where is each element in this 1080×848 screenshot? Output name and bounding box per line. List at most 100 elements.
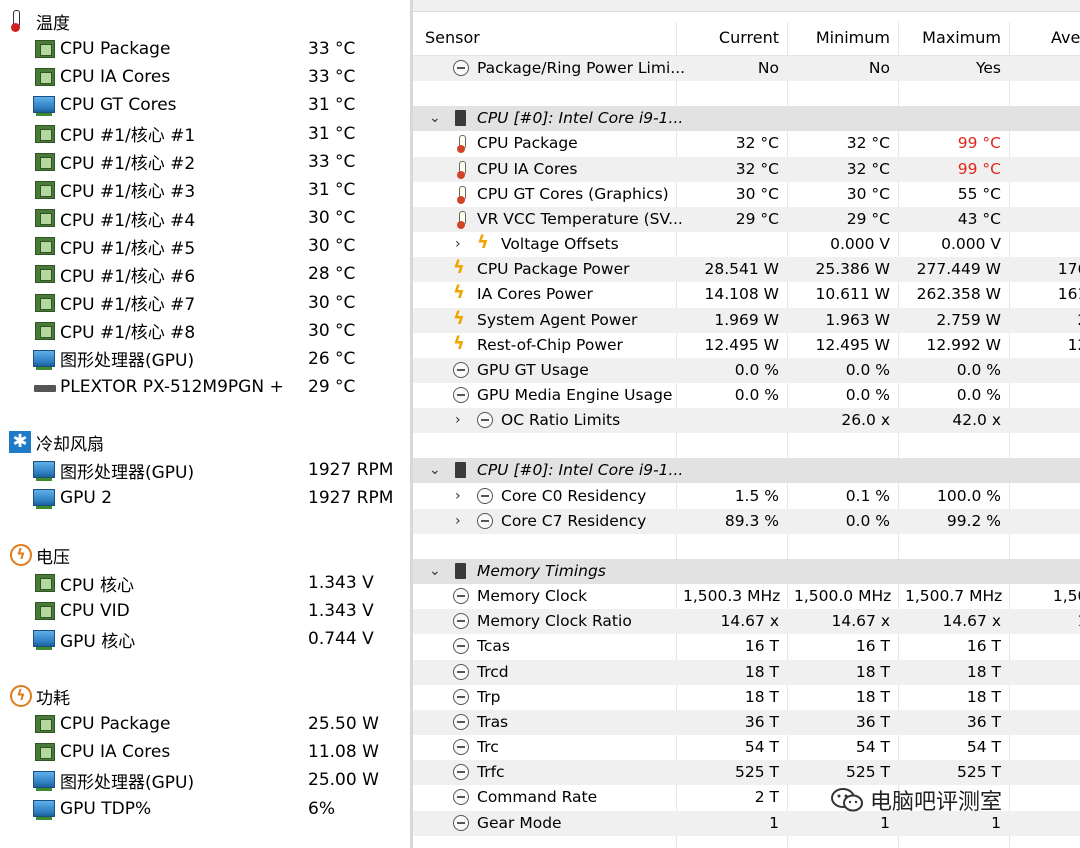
column-header-minimum[interactable]: Minimum — [794, 20, 890, 56]
section-header-fans[interactable]: ✱ 冷却风扇 — [0, 428, 408, 456]
sensor-item[interactable]: CPU #1/核心 #8 30 °C — [0, 317, 408, 345]
average-value — [1016, 811, 1080, 836]
sensor-item[interactable]: CPU #1/核心 #7 30 °C — [0, 289, 408, 317]
spacer-row — [413, 534, 1080, 559]
sensor-item[interactable]: CPU GT Cores 31 °C — [0, 91, 408, 119]
average-value — [1016, 408, 1080, 433]
sensor-item[interactable]: CPU Package 33 °C — [0, 35, 408, 63]
sensor-value: 11.08 W — [308, 742, 379, 763]
sensor-row[interactable]: › OC Ratio Limits 26.0 x 42.0 x — [413, 408, 1080, 434]
sensor-item[interactable]: GPU TDP% 6% — [0, 795, 408, 823]
sensor-row[interactable]: ϟ CPU Package Power 28.541 W 25.386 W 277.44… — [413, 257, 1080, 283]
collapse-chevron-icon[interactable]: ⌄ — [429, 458, 443, 483]
sensor-row[interactable]: Trcd 18 T 18 T 18 T — [413, 659, 1080, 685]
sensor-name: System Agent Power — [477, 310, 638, 329]
sensor-row[interactable]: Package/Ring Power Limi... No No Yes — [413, 56, 1080, 81]
sensor-row[interactable]: GPU Media Engine Usage 0.0 % 0.0 % 0.0 % 0. — [413, 383, 1080, 408]
sensor-row[interactable]: Tcas 16 T 16 T 16 T — [413, 634, 1080, 659]
sensor-row[interactable]: › Core C7 Residency 89.3 % 0.0 % 99.2 % 14. — [413, 508, 1080, 534]
sensor-name: Tcas — [477, 637, 510, 656]
collapse-chevron-icon[interactable]: ⌄ — [429, 559, 443, 584]
section-header-voltage[interactable]: ϟ 电压 — [0, 541, 408, 569]
sensor-value: 33 °C — [308, 151, 356, 172]
maximum-value: 99 °C — [957, 134, 1001, 153]
gpu-icon — [33, 771, 55, 792]
sensor-item[interactable]: 图形处理器(GPU) 1927 RPM — [0, 456, 408, 484]
expand-chevron-icon[interactable]: › — [455, 408, 469, 433]
sensor-item[interactable]: CPU #1/核心 #1 31 °C — [0, 120, 408, 148]
sensor-row[interactable]: Tras 36 T 36 T 36 T — [413, 709, 1080, 735]
sensor-row[interactable]: Trfc 525 T 525 T 525 T — [413, 760, 1080, 786]
column-header-average[interactable]: Aver — [1051, 20, 1080, 56]
sensor-item[interactable]: CPU #1/核心 #5 30 °C — [0, 232, 408, 260]
current-value — [683, 232, 779, 257]
sensor-item[interactable]: CPU #1/核心 #6 28 °C — [0, 260, 408, 288]
sensor-item[interactable]: CPU 核心 1.343 V — [0, 569, 408, 597]
sensor-row[interactable]: CPU Package 32 °C 32 °C 99 °C 7 — [413, 131, 1080, 156]
sensor-item[interactable]: CPU Package 25.50 W — [0, 710, 408, 738]
sensor-item[interactable]: CPU IA Cores 33 °C — [0, 63, 408, 91]
sensor-row[interactable]: CPU IA Cores 32 °C 32 °C 99 °C 7 — [413, 156, 1080, 182]
maximum-value: 0.0 % — [956, 385, 1001, 404]
sensor-name: Trp — [477, 687, 501, 706]
sensor-item[interactable]: PLEXTOR PX-512M9PGN + 29 °C — [0, 373, 408, 401]
section-header-temperature[interactable]: 温度 — [0, 7, 408, 35]
sensor-row[interactable]: Memory Clock Ratio 14.67 x 14.67 x 14.67 x 1… — [413, 609, 1080, 635]
sensor-item[interactable]: 图形处理器(GPU) 26 °C — [0, 345, 408, 373]
sensor-row[interactable]: › Core C0 Residency 1.5 % 0.1 % 100.0 % 83. — [413, 484, 1080, 509]
window-title-bar — [413, 0, 1080, 12]
sensor-row[interactable]: Trp 18 T 18 T 18 T — [413, 685, 1080, 710]
column-header-sensor[interactable]: Sensor — [425, 20, 480, 56]
sensor-item[interactable]: CPU #1/核心 #2 33 °C — [0, 148, 408, 176]
sensor-row[interactable]: GPU GT Usage 0.0 % 0.0 % 0.0 % 0. — [413, 357, 1080, 383]
chip-icon — [35, 237, 55, 256]
expand-chevron-icon[interactable]: › — [455, 484, 469, 509]
circle-icon — [453, 789, 469, 806]
expand-chevron-icon[interactable]: › — [455, 232, 469, 257]
bolt-icon: ϟ — [453, 332, 465, 354]
expand-chevron-icon[interactable]: › — [455, 509, 469, 534]
section-header-power[interactable]: ϟ 功耗 — [0, 682, 408, 710]
sensor-row[interactable]: ϟ System Agent Power 1.969 W 1.963 W 2.759 W… — [413, 307, 1080, 333]
minimum-value: 525 T — [846, 763, 890, 782]
sensor-name: Voltage Offsets — [501, 235, 619, 254]
sensor-value: 6% — [308, 798, 335, 819]
sensor-row[interactable]: Trc 54 T 54 T 54 T — [413, 735, 1080, 760]
current-value: 18 T — [744, 662, 779, 681]
circle-icon — [477, 412, 493, 429]
column-header-maximum[interactable]: Maximum — [905, 20, 1001, 56]
minimum-value: 10.611 W — [815, 285, 891, 304]
sensor-item[interactable]: GPU 核心 0.744 V — [0, 625, 408, 653]
spacer-row — [413, 81, 1080, 106]
circle-icon — [453, 814, 469, 831]
circle-icon — [453, 361, 469, 378]
sensor-name: Core C7 Residency — [501, 511, 647, 530]
average-value — [1016, 710, 1080, 735]
sensor-row[interactable]: CPU GT Cores (Graphics) 30 °C 30 °C 55 °C 4 — [413, 182, 1080, 207]
sensor-item[interactable]: CPU #1/核心 #3 31 °C — [0, 176, 408, 204]
collapse-chevron-icon[interactable]: ⌄ — [429, 106, 443, 131]
sensor-item[interactable]: 图形处理器(GPU) 25.00 W — [0, 766, 408, 794]
sensor-row[interactable]: › ϟ Voltage Offsets 0.000 V 0.000 V — [413, 232, 1080, 257]
sensor-item[interactable]: CPU VID 1.343 V — [0, 597, 408, 625]
sensor-row[interactable]: VR VCC Temperature (SV... 29 °C 29 °C 43 °C… — [413, 206, 1080, 232]
current-value: 0.0 % — [734, 385, 779, 404]
column-header-current[interactable]: Current — [683, 20, 779, 56]
average-value — [1016, 760, 1080, 785]
sensor-name: 图形处理器(GPU) — [60, 462, 195, 483]
average-value — [1016, 735, 1080, 760]
sensor-name: Package/Ring Power Limi... — [477, 59, 686, 77]
sensor-item[interactable]: CPU #1/核心 #4 30 °C — [0, 204, 408, 232]
group-row[interactable]: ⌄ CPU [#0]: Intel Core i9-1... — [413, 458, 1080, 484]
sensor-item[interactable]: GPU 2 1927 RPM — [0, 484, 408, 512]
bolt-icon: ϟ — [453, 307, 465, 329]
minimum-value: No — [868, 59, 890, 77]
sensor-item[interactable]: CPU IA Cores 11.08 W — [0, 738, 408, 766]
sensor-row[interactable]: Memory Clock 1,500.3 MHz 1,500.0 MHz 1,500.… — [413, 584, 1080, 609]
group-row[interactable]: ⌄ CPU [#0]: Intel Core i9-1... — [413, 106, 1080, 132]
sensor-row[interactable]: ϟ Rest-of-Chip Power 12.495 W 12.495 W 12.99… — [413, 333, 1080, 358]
current-value: 1 — [769, 813, 779, 832]
sensor-name: GPU TDP% — [60, 798, 152, 819]
group-row[interactable]: ⌄ Memory Timings — [413, 559, 1080, 584]
sensor-row[interactable]: ϟ IA Cores Power 14.108 W 10.611 W 262.358 W… — [413, 282, 1080, 307]
